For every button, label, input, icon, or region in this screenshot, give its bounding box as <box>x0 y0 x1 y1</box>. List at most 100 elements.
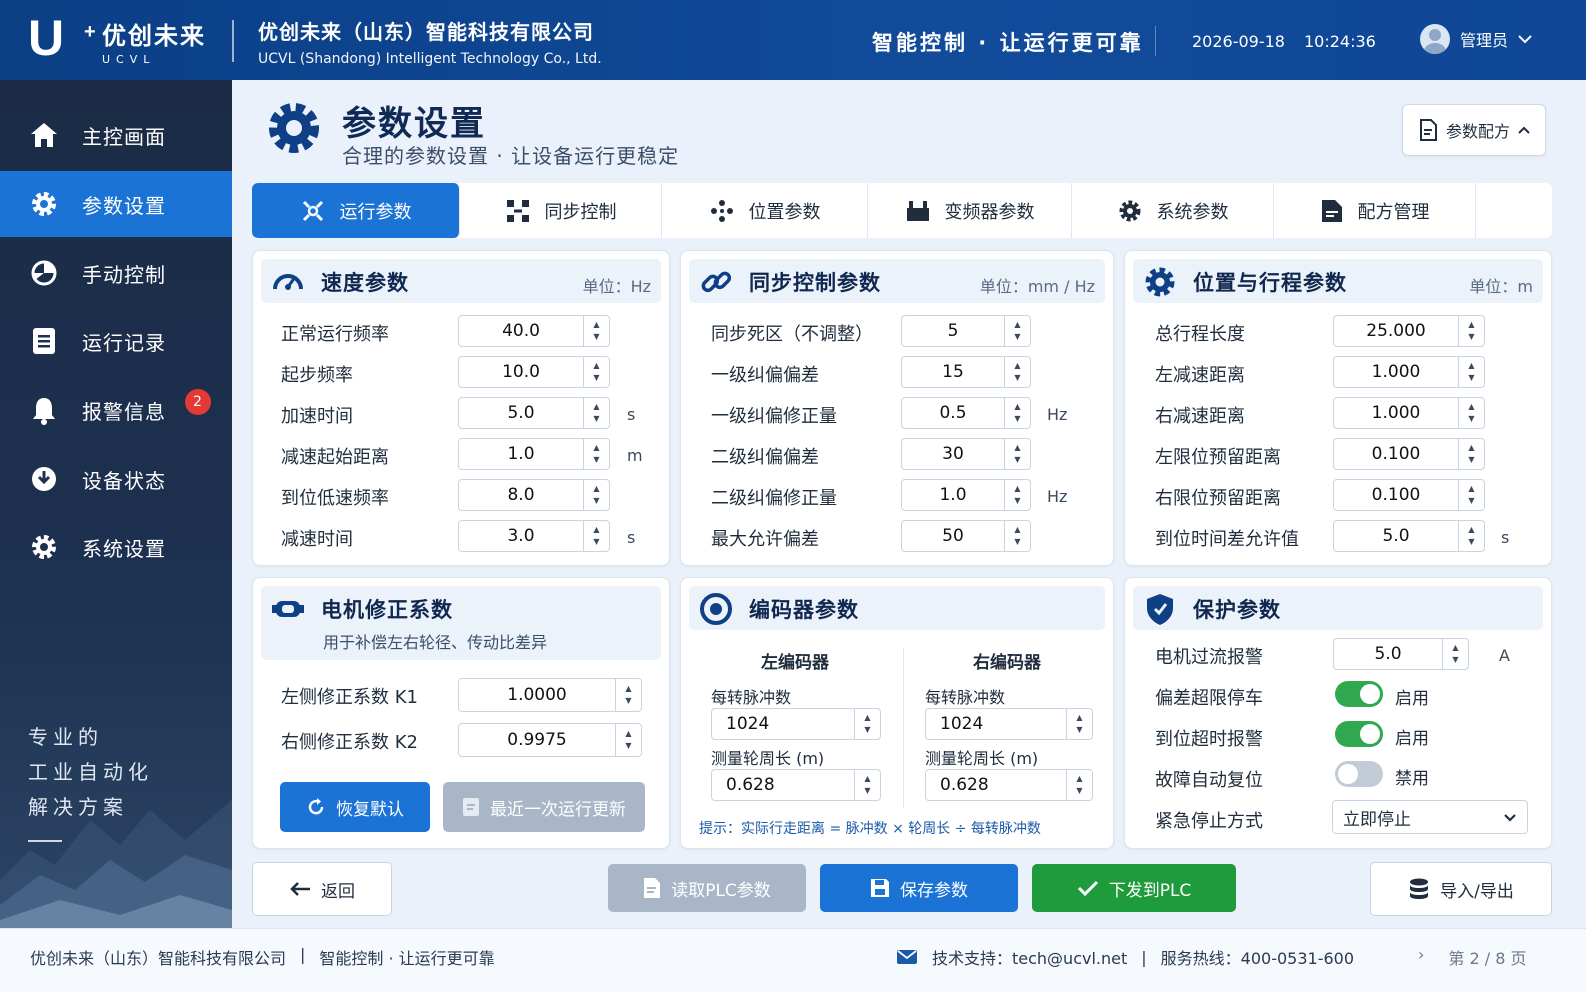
stepper-arrows[interactable]: ▲ ▼ <box>1004 480 1030 510</box>
param-stepper[interactable]: 0.5 ▲ ▼ <box>901 397 1031 429</box>
back-label: 返回 <box>321 881 355 902</box>
param-stepper[interactable]: 15 ▲ ▼ <box>901 356 1031 388</box>
sidebar-item-device-status[interactable]: 设备状态 <box>0 446 232 512</box>
param-stepper[interactable]: 1.000 ▲ ▼ <box>1333 356 1485 388</box>
save-button[interactable]: 保存参数 <box>820 864 1018 912</box>
card-header: 电机修正系数 用于补偿左右轮径、传动比差异 <box>261 586 661 660</box>
estop-mode-value: 立即停止 <box>1343 809 1411 830</box>
param-stepper[interactable]: 5.0 ▲ ▼ <box>1333 520 1485 552</box>
recipe-icon <box>1321 199 1342 222</box>
arrival-timeout-toggle[interactable] <box>1335 721 1383 747</box>
param-stepper[interactable]: 0.100 ▲ ▼ <box>1333 438 1485 470</box>
stepper-arrows[interactable]: ▲ ▼ <box>1458 316 1484 346</box>
stepper-arrows[interactable]: ▲ ▼ <box>1066 709 1092 739</box>
param-value: 5.0 <box>507 403 535 423</box>
stepper-arrows[interactable]: ▲ ▼ <box>1004 521 1030 551</box>
tab-recipe-management[interactable]: 配方管理 <box>1274 183 1476 238</box>
recipe-button[interactable]: 参数配方 <box>1402 104 1546 156</box>
stepper-arrows[interactable]: ▲ ▼ <box>615 724 641 756</box>
back-button[interactable]: 返回 <box>252 862 392 916</box>
gear-icon <box>28 188 60 220</box>
overcurrent-stepper[interactable]: 5.0 ▲ ▼ <box>1333 638 1469 670</box>
right-ppr-stepper[interactable]: 1024 ▲ ▼ <box>925 708 1093 740</box>
footer-support: 技术支持：tech@ucvl.net <box>932 949 1128 968</box>
toggle-state: 启用 <box>1395 729 1429 749</box>
k2-value: 0.9975 <box>507 730 567 750</box>
stepper-arrows[interactable]: ▲ ▼ <box>583 480 609 510</box>
param-stepper[interactable]: 25.000 ▲ ▼ <box>1333 315 1485 347</box>
stepper-arrows[interactable]: ▲ ▼ <box>615 679 641 711</box>
import-export-button[interactable]: 导入/导出 <box>1370 862 1552 916</box>
sidebar-item-logs[interactable]: 运行记录 <box>0 308 232 374</box>
stepper-arrows[interactable]: ▲ ▼ <box>1004 357 1030 387</box>
stepper-arrows[interactable]: ▲ ▼ <box>1458 439 1484 469</box>
stepper-arrows[interactable]: ▲ ▼ <box>1066 770 1092 800</box>
param-unit: s <box>627 528 636 547</box>
stepper-arrows[interactable]: ▲ ▼ <box>1458 521 1484 551</box>
sidebar-item-home[interactable]: 主控画面 <box>0 102 232 168</box>
user-menu[interactable]: 管理员 <box>1420 24 1532 54</box>
sidebar-item-params[interactable]: 参数设置 <box>0 171 232 237</box>
param-stepper[interactable]: 50 ▲ ▼ <box>901 520 1031 552</box>
gear-icon <box>1145 267 1175 297</box>
stepper-arrows[interactable]: ▲ ▼ <box>583 357 609 387</box>
param-stepper[interactable]: 30 ▲ ▼ <box>901 438 1031 470</box>
param-stepper[interactable]: 1.0 ▲ ▼ <box>901 479 1031 511</box>
sidebar-item-manual[interactable]: 手动控制 <box>0 240 232 306</box>
stepper-arrows[interactable]: ▲ ▼ <box>854 709 880 739</box>
tab-run-params[interactable]: 运行参数 <box>252 183 460 238</box>
card-title: 编码器参数 <box>749 598 859 622</box>
log-icon <box>28 325 60 357</box>
recent-run-update-button[interactable]: 最近一次运行更新 <box>443 782 645 832</box>
column-divider <box>903 648 904 808</box>
save-label: 保存参数 <box>900 880 968 901</box>
param-value: 50 <box>942 526 964 546</box>
encoder-icon <box>700 593 732 625</box>
tab-system-params[interactable]: 系统参数 <box>1072 183 1274 238</box>
read-plc-button[interactable]: 读取PLC参数 <box>608 864 806 912</box>
stepper-arrows[interactable]: ▲ ▼ <box>1442 639 1468 669</box>
tab-label: 同步控制 <box>544 201 617 223</box>
tab-sync-control[interactable]: 同步控制 <box>460 183 662 238</box>
param-stepper[interactable]: 10.0 ▲ ▼ <box>458 356 610 388</box>
param-stepper[interactable]: 40.0 ▲ ▼ <box>458 315 610 347</box>
param-stepper[interactable]: 5 ▲ ▼ <box>901 315 1031 347</box>
send-to-plc-button[interactable]: 下发到PLC <box>1032 864 1236 912</box>
param-value: 10.0 <box>502 362 540 382</box>
stepper-arrows[interactable]: ▲ ▼ <box>583 521 609 551</box>
left-circumference-value: 0.628 <box>726 775 775 795</box>
stepper-arrows[interactable]: ▲ ▼ <box>583 398 609 428</box>
auto-reset-toggle[interactable] <box>1335 761 1383 787</box>
stepper-arrows[interactable]: ▲ ▼ <box>1458 398 1484 428</box>
stepper-arrows[interactable]: ▲ ▼ <box>1458 480 1484 510</box>
param-stepper[interactable]: 3.0 ▲ ▼ <box>458 520 610 552</box>
param-label: 一级纠偏修正量 <box>711 406 837 427</box>
motor-correction-card: 电机修正系数 用于补偿左右轮径、传动比差异 左侧修正系数 K1 1.0000 ▲… <box>252 577 670 849</box>
tab-position-params[interactable]: 位置参数 <box>662 183 868 238</box>
sidebar-item-label: 参数设置 <box>82 193 166 218</box>
k1-stepper[interactable]: 1.0000 ▲ ▼ <box>458 678 642 712</box>
deviation-stop-toggle[interactable] <box>1335 681 1383 707</box>
sidebar-item-alarms[interactable]: 报警信息 2 <box>0 377 232 443</box>
param-stepper[interactable]: 5.0 ▲ ▼ <box>458 397 610 429</box>
param-stepper[interactable]: 8.0 ▲ ▼ <box>458 479 610 511</box>
k2-stepper[interactable]: 0.9975 ▲ ▼ <box>458 723 642 757</box>
sidebar-item-system[interactable]: 系统设置 <box>0 514 232 580</box>
param-stepper[interactable]: 0.100 ▲ ▼ <box>1333 479 1485 511</box>
restore-default-button[interactable]: 恢复默认 <box>280 782 430 832</box>
stepper-arrows[interactable]: ▲ ▼ <box>1004 398 1030 428</box>
param-stepper[interactable]: 1.0 ▲ ▼ <box>458 438 610 470</box>
stepper-arrows[interactable]: ▲ ▼ <box>1458 357 1484 387</box>
param-stepper[interactable]: 1.000 ▲ ▼ <box>1333 397 1485 429</box>
left-ppr-stepper[interactable]: 1024 ▲ ▼ <box>711 708 881 740</box>
tab-inverter-params[interactable]: 变频器参数 <box>868 183 1072 238</box>
stepper-arrows[interactable]: ▲ ▼ <box>1004 316 1030 346</box>
stepper-arrows[interactable]: ▲ ▼ <box>1004 439 1030 469</box>
stepper-arrows[interactable]: ▲ ▼ <box>583 316 609 346</box>
stepper-arrows[interactable]: ▲ ▼ <box>854 770 880 800</box>
left-circumference-stepper[interactable]: 0.628 ▲ ▼ <box>711 769 881 801</box>
param-unit: s <box>1501 528 1510 547</box>
estop-mode-select[interactable]: 立即停止 <box>1332 800 1528 834</box>
stepper-arrows[interactable]: ▲ ▼ <box>583 439 609 469</box>
right-circumference-stepper[interactable]: 0.628 ▲ ▼ <box>925 769 1093 801</box>
